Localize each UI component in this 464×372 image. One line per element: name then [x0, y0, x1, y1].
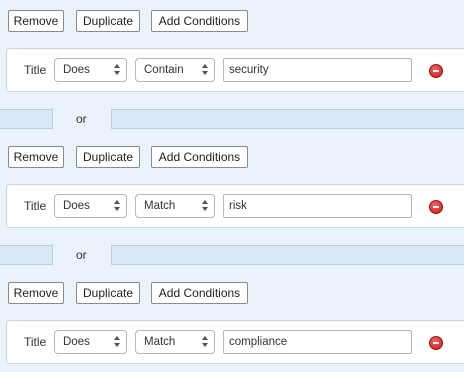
negation-value: Does: [63, 64, 90, 76]
operator-value: Match: [144, 200, 176, 212]
negation-value: Does: [63, 200, 90, 212]
separator-bar-right: [111, 245, 464, 265]
minus-circle-icon[interactable]: [429, 200, 443, 214]
condition-value-input[interactable]: risk: [223, 194, 412, 218]
or-separator: or: [0, 245, 464, 265]
separator-bar-left: [0, 245, 53, 265]
updown-arrows-icon: [202, 63, 208, 77]
updown-arrows-icon: [114, 335, 120, 349]
negation-select[interactable]: Does: [54, 330, 127, 354]
condition-row: Title Does Match compliance: [6, 320, 464, 364]
updown-arrows-icon: [202, 199, 208, 213]
updown-arrows-icon: [202, 335, 208, 349]
operator-select[interactable]: Contain: [135, 58, 215, 82]
condition-row: Title Does Contain security: [6, 48, 464, 92]
negation-select[interactable]: Does: [54, 194, 127, 218]
condition-value-input[interactable]: compliance: [223, 330, 412, 354]
add-conditions-button[interactable]: Add Conditions: [151, 146, 248, 168]
remove-group-button[interactable]: Remove: [8, 282, 64, 304]
operator-select[interactable]: Match: [135, 194, 215, 218]
field-label: Title: [24, 63, 47, 77]
remove-group-button[interactable]: Remove: [8, 146, 64, 168]
duplicate-group-button[interactable]: Duplicate: [76, 146, 140, 168]
add-conditions-button[interactable]: Add Conditions: [151, 282, 248, 304]
remove-group-button[interactable]: Remove: [8, 10, 64, 32]
negation-value: Does: [63, 336, 90, 348]
field-label: Title: [24, 199, 47, 213]
duplicate-group-button[interactable]: Duplicate: [76, 10, 140, 32]
operator-select[interactable]: Match: [135, 330, 215, 354]
add-conditions-button[interactable]: Add Conditions: [151, 10, 248, 32]
negation-select[interactable]: Does: [54, 58, 127, 82]
minus-circle-icon[interactable]: [429, 336, 443, 350]
condition-row: Title Does Match risk: [6, 184, 464, 228]
separator-bar-left: [0, 109, 53, 129]
operator-value: Match: [144, 336, 176, 348]
updown-arrows-icon: [114, 199, 120, 213]
or-label: or: [76, 112, 87, 126]
updown-arrows-icon: [114, 63, 120, 77]
condition-value-input[interactable]: security: [223, 58, 412, 82]
or-label: or: [76, 248, 87, 262]
duplicate-group-button[interactable]: Duplicate: [76, 282, 140, 304]
or-separator: or: [0, 109, 464, 129]
separator-bar-right: [111, 109, 464, 129]
field-label: Title: [24, 335, 47, 349]
minus-circle-icon[interactable]: [429, 64, 443, 78]
condition-builder: Remove Duplicate Add Conditions Title Do…: [0, 0, 464, 372]
operator-value: Contain: [144, 64, 184, 76]
